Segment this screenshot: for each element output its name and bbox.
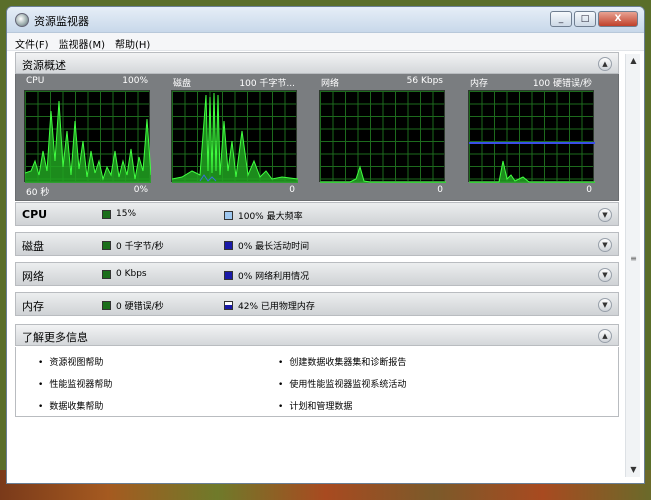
maximize-button[interactable]: □ [574,11,596,27]
graph-disk-min: 0 [289,185,295,195]
disk-active-stat: 0% 最长活动时间 [224,239,309,252]
learn-more-links: 资源视图帮助 性能监视器帮助 数据收集帮助 创建数据收集器集和诊断报告 使用性能… [15,347,619,417]
collapse-up-icon[interactable]: ▲ [598,329,612,343]
graph-cpu-label: CPU [26,76,45,86]
disk-io-swatch [102,241,111,250]
memory-faults-swatch [102,301,111,310]
overview-title: 资源概述 [22,59,66,72]
graph-disk-label: 磁盘 [173,79,192,89]
link-data-collection-help[interactable]: 数据收集帮助 [38,399,103,412]
graph-disk-canvas [171,90,298,183]
expand-down-icon[interactable]: ▼ [598,208,612,222]
section-cpu-title: CPU [22,208,48,221]
section-cpu[interactable]: CPU 15% 100% 最大频率 ▼ [15,202,619,226]
app-icon [15,13,29,27]
network-rate-swatch [102,269,111,279]
network-rate-value: 0 Kbps [116,269,147,279]
graph-network-canvas [319,90,446,183]
section-network-title: 网络 [22,270,44,283]
menu-monitor[interactable]: 监视器(M) [59,36,105,51]
graph-memory-label: 内存 [470,79,489,89]
graph-memory-min: 0 [586,185,592,195]
collapse-up-icon[interactable]: ▲ [598,57,612,71]
link-plan-manage-data[interactable]: 计划和管理数据 [278,399,352,412]
memory-used-stat: 42% 已用物理内存 [224,299,315,312]
title-bar[interactable]: 资源监视器 _ □ X [7,7,644,33]
cpu-usage-stat: 15% [102,209,136,219]
link-resource-view-help[interactable]: 资源视图帮助 [38,355,103,368]
overview-graphs: CPU 100% 60 秒 0% 磁盘 100 千字节... 0 网络 56 K… [15,74,619,201]
expand-down-icon[interactable]: ▼ [598,298,612,312]
disk-active-swatch [224,241,233,250]
memory-used-value: 42% 已用物理内存 [238,302,315,312]
graph-cpu: CPU 100% 60 秒 0% [24,76,160,198]
graph-network: 网络 56 Kbps 0 [319,76,455,195]
graph-memory-max: 100 硬错误/秒 [532,79,592,89]
scroll-grip-icon[interactable]: ≡ [628,254,639,274]
graph-cpu-canvas [24,90,151,183]
section-disk[interactable]: 磁盘 0 千字节/秒 0% 最长活动时间 ▼ [15,232,619,256]
link-perf-monitor-help[interactable]: 性能监视器帮助 [38,377,112,390]
memory-faults-stat: 0 硬错误/秒 [102,299,164,312]
graph-disk: 磁盘 100 千字节... 0 [171,76,307,195]
window-controls: _ □ X [550,11,638,27]
overview-header[interactable]: 资源概述 ▲ [15,52,619,74]
link-create-collector-sets[interactable]: 创建数据收集器集和诊断报告 [278,355,406,368]
graph-cpu-min: 0% [133,185,148,195]
disk-io-value: 0 千字节/秒 [116,242,164,252]
network-rate-stat: 0 Kbps [102,269,147,279]
close-button[interactable]: X [598,11,638,27]
cpu-frequency-swatch [224,211,233,220]
section-memory[interactable]: 内存 0 硬错误/秒 42% 已用物理内存 ▼ [15,292,619,316]
graph-network-min: 0 [437,185,443,195]
graph-memory-canvas [468,90,595,183]
memory-faults-value: 0 硬错误/秒 [116,302,164,312]
expand-down-icon[interactable]: ▼ [598,238,612,252]
main-content: 资源概述 ▲ CPU 100% 60 秒 0% 磁盘 100 千字节... 0 … [15,52,619,477]
expand-down-icon[interactable]: ▼ [598,268,612,282]
link-monitor-system-activity[interactable]: 使用性能监视器监视系统活动 [278,377,406,390]
learn-more-header[interactable]: 了解更多信息 ▲ [15,324,619,346]
learn-more-title: 了解更多信息 [22,331,88,344]
section-disk-title: 磁盘 [22,240,44,253]
minimize-button[interactable]: _ [550,11,572,27]
graph-memory: 内存 100 硬错误/秒 0 [468,76,604,195]
scroll-down-icon[interactable]: ▼ [626,463,641,477]
menu-help[interactable]: 帮助(H) [115,36,150,51]
menu-bar: 文件(F) 监视器(M) 帮助(H) [7,33,644,51]
network-utilization-swatch [224,271,233,280]
cpu-frequency-value: 100% 最大频率 [238,212,303,222]
graph-cpu-max: 100% [122,76,148,86]
graph-network-max: 56 Kbps [406,76,443,86]
vertical-scrollbar[interactable]: ▲ ≡ ▼ [625,54,640,477]
cpu-usage-value: 15% [116,209,137,219]
cpu-usage-swatch [102,209,111,219]
network-utilization-stat: 0% 网络利用情况 [224,269,309,282]
menu-file[interactable]: 文件(F) [15,36,49,51]
section-memory-title: 内存 [22,300,44,313]
graph-disk-max: 100 千字节... [239,79,295,89]
window-title: 资源监视器 [34,15,89,28]
disk-active-value: 0% 最长活动时间 [238,242,310,252]
section-network[interactable]: 网络 0 Kbps 0% 网络利用情况 ▼ [15,262,619,286]
memory-used-swatch [224,301,233,310]
graph-cpu-time: 60 秒 [26,188,50,198]
disk-io-stat: 0 千字节/秒 [102,239,164,252]
network-utilization-value: 0% 网络利用情况 [238,272,310,282]
scroll-up-icon[interactable]: ▲ [626,54,641,68]
graph-network-label: 网络 [321,79,340,89]
resource-monitor-window: 资源监视器 _ □ X 文件(F) 监视器(M) 帮助(H) 资源概述 ▲ CP… [6,6,645,484]
cpu-frequency-stat: 100% 最大频率 [224,209,303,222]
